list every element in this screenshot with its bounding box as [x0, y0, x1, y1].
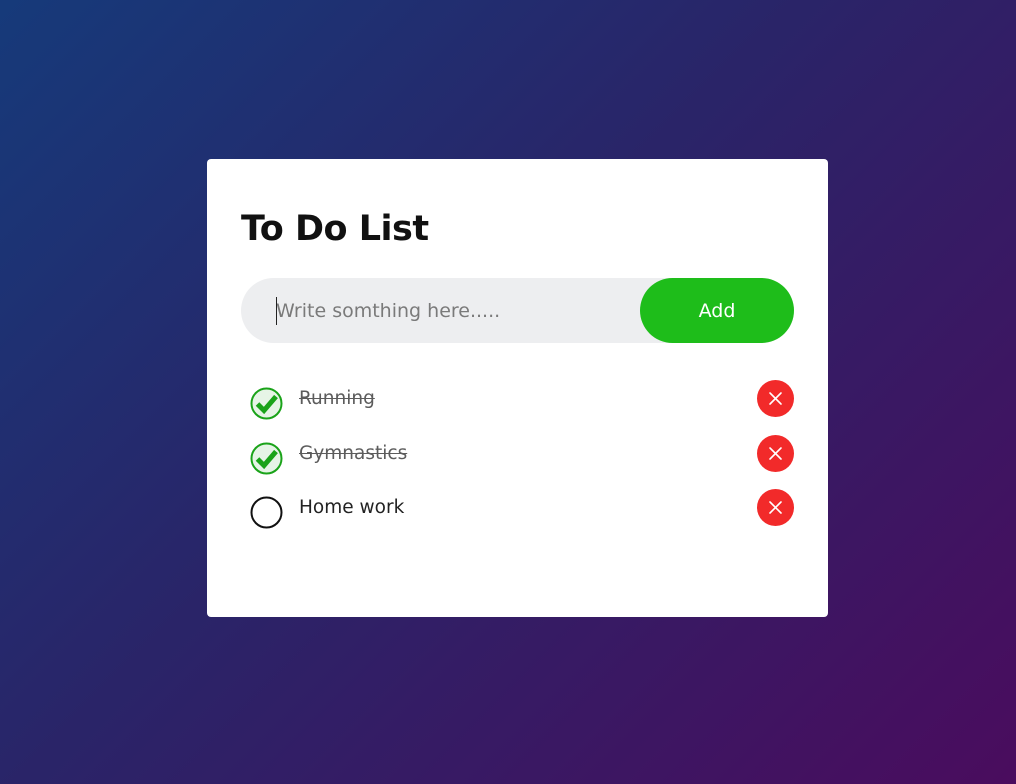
task-item[interactable]: Gymnastics — [241, 434, 794, 475]
page-background: { "app": { "title": "To Do List" }, "inp… — [0, 0, 1016, 784]
delete-task-button[interactable] — [757, 380, 794, 417]
task-label: Running — [299, 388, 375, 409]
add-button[interactable]: Add — [640, 278, 794, 343]
task-list: Running Gymnastics Home work — [241, 380, 794, 544]
empty-circle-icon[interactable] — [250, 496, 283, 529]
add-task-row: Add — [241, 278, 794, 343]
close-icon — [769, 501, 782, 514]
page-title: To Do List — [241, 209, 429, 249]
checkmark-circle-icon[interactable] — [250, 442, 283, 475]
task-label: Home work — [299, 497, 405, 518]
task-item[interactable]: Home work — [241, 489, 794, 529]
delete-task-button[interactable] — [757, 434, 794, 472]
close-icon — [769, 446, 782, 460]
delete-task-button[interactable] — [757, 489, 794, 526]
task-label: Gymnastics — [299, 442, 408, 464]
close-icon — [769, 392, 782, 405]
checkmark-circle-icon[interactable] — [250, 387, 283, 420]
task-input[interactable] — [276, 278, 636, 343]
todo-card: To Do List Add Running — [207, 159, 828, 617]
text-caret — [276, 297, 277, 325]
task-item[interactable]: Running — [241, 380, 794, 420]
